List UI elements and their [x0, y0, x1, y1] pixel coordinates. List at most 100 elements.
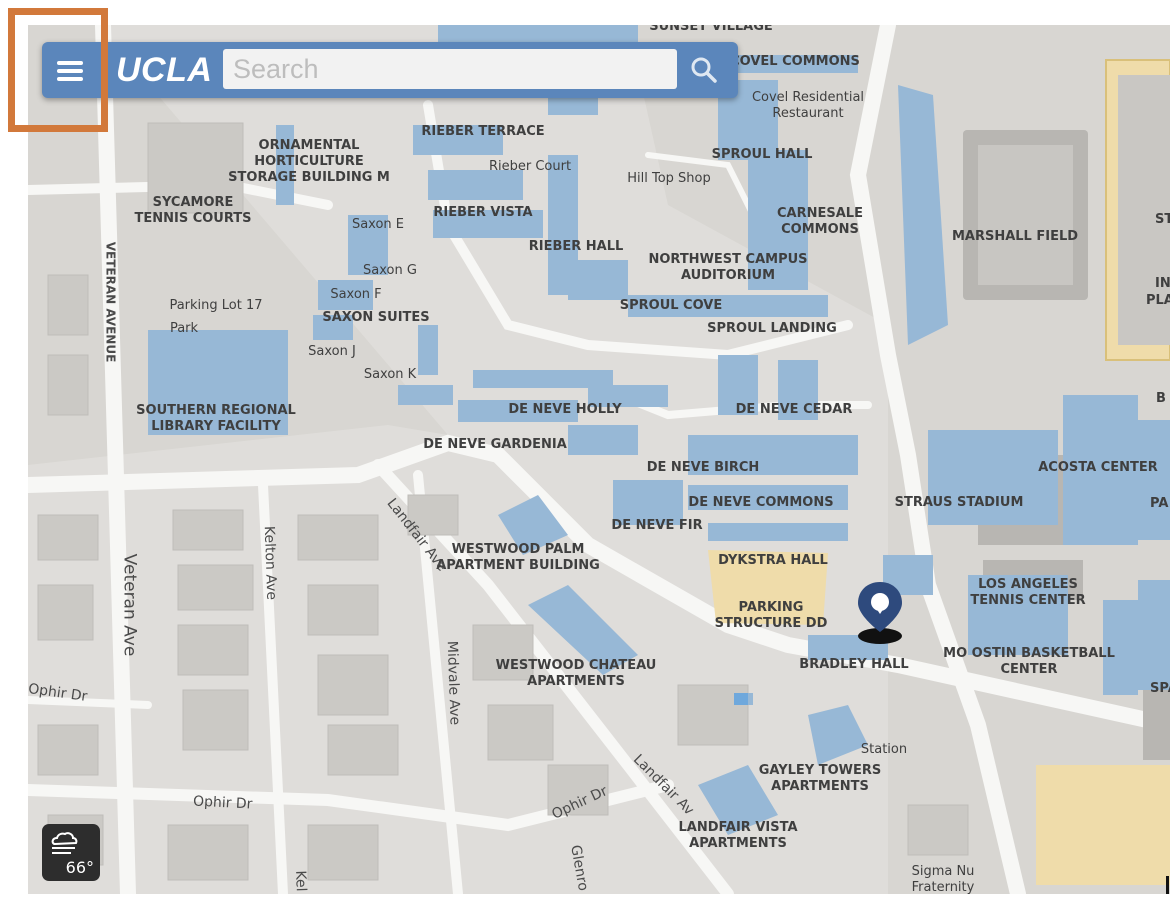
building-label-dykstra-hall[interactable]: DYKSTRA HALL	[718, 553, 828, 569]
building-label-rieber-hall[interactable]: RIEBER HALL	[529, 239, 624, 255]
edge-label-b: B	[1156, 391, 1166, 406]
building-label-covel-commons[interactable]: COVEL COMMONS	[730, 54, 860, 70]
building-label-line: LIBRARY FACILITY	[151, 419, 281, 434]
weather-widget[interactable]: 66°	[42, 824, 100, 881]
building-label-straus-stadium[interactable]: STRAUS STADIUM	[895, 495, 1024, 511]
building-label-sunset-village[interactable]: SUNSET VILLAGE	[649, 25, 773, 35]
building-label-srlf[interactable]: SOUTHERN REGIONAL LIBRARY FACILITY	[136, 403, 296, 435]
building-label-de-neve-commons[interactable]: DE NEVE COMMONS	[688, 495, 833, 511]
building-label-westwood-chateau[interactable]: WESTWOOD CHATEAU APARTMENTS	[496, 658, 657, 690]
building-label-hill-top-shop[interactable]: Hill Top Shop	[627, 171, 711, 187]
street-midvale-ave: Midvale Ave	[443, 640, 463, 726]
building-label-line: DE NEVE GARDENIA	[423, 437, 567, 452]
building-label-nw-auditorium[interactable]: NORTHWEST CAMPUS AUDITORIUM	[648, 252, 807, 284]
search-input[interactable]	[223, 49, 677, 89]
building-label-sproul-landing[interactable]: SPROUL LANDING	[707, 321, 837, 337]
building-label-line: RIEBER VISTA	[433, 205, 533, 220]
edge-label-pa: PA	[1150, 496, 1169, 511]
building-label-line: TENNIS CENTER	[970, 593, 1086, 608]
campus-map[interactable]: SUNSET VILLAGE COVEL COMMONS Covel Residen…	[28, 25, 1170, 894]
building-label-de-neve-cedar[interactable]: DE NEVE CEDAR	[736, 402, 853, 418]
building-label-line: DYKSTRA HALL	[718, 553, 828, 568]
building-label-line: AUDITORIUM	[680, 268, 776, 283]
building-label-de-neve-holly[interactable]: DE NEVE HOLLY	[508, 402, 621, 418]
building-label-carnesale[interactable]: CARNESALE COMMONS	[777, 206, 863, 238]
building-label-parking-lot-17[interactable]: Parking Lot 17	[169, 298, 262, 314]
building-label-line: Saxon J	[308, 344, 356, 359]
building-label-marshall-field[interactable]: MARSHALL FIELD	[952, 229, 1078, 245]
building-label-covel-restaurant[interactable]: Covel Residential Restaurant	[752, 90, 864, 122]
building-label-line: NORTHWEST CAMPUS	[648, 252, 808, 267]
building-label-bradley-hall[interactable]: BRADLEY HALL	[799, 657, 908, 673]
building-label-saxon-f[interactable]: Saxon F	[330, 287, 381, 303]
building-label-line: DE NEVE CEDAR	[735, 402, 853, 417]
building-label-line: Sigma Nu	[911, 864, 975, 879]
location-pin-icon[interactable]	[856, 580, 904, 648]
map-base	[28, 25, 1170, 894]
building-label-line: APARTMENT BUILDING	[436, 558, 600, 573]
building-label-park[interactable]: Park	[170, 321, 198, 337]
building-label-de-neve-fir[interactable]: DE NEVE FIR	[611, 518, 702, 534]
building-label-de-neve-gardenia[interactable]: DE NEVE GARDENIA	[423, 437, 567, 453]
street-ophir-dr-mid: Ophir Dr	[192, 793, 253, 813]
ucla-logo: UCLA	[116, 51, 213, 89]
weather-cloud-icon	[51, 832, 78, 854]
building-label-saxon-j[interactable]: Saxon J	[308, 344, 356, 360]
building-label-line: Saxon G	[363, 263, 417, 278]
building-label-saxon-suites[interactable]: SAXON SUITES	[322, 310, 429, 326]
building-label-line: Rieber Court	[488, 159, 572, 174]
building-label-line: SPROUL LANDING	[707, 321, 837, 336]
building-label-sproul-hall[interactable]: SPROUL HALL	[712, 147, 813, 163]
building-label-saxon-e[interactable]: Saxon E	[352, 217, 404, 233]
building-label-saxon-k[interactable]: Saxon K	[364, 367, 416, 383]
building-label-saxon-g[interactable]: Saxon G	[363, 263, 417, 279]
building-label-line: STRAUS STADIUM	[894, 495, 1024, 510]
building-label-line: APARTMENTS	[771, 779, 869, 794]
building-label-acosta-center[interactable]: ACOSTA CENTER	[1038, 460, 1158, 476]
building-label-de-neve-birch[interactable]: DE NEVE BIRCH	[647, 460, 760, 476]
building-label-line: Covel Residential	[751, 90, 865, 105]
building-label-line: Station	[860, 742, 908, 757]
building-label-parking-dd[interactable]: PARKING STRUCTURE DD	[715, 600, 828, 632]
building-label-rieber-vista[interactable]: RIEBER VISTA	[433, 205, 532, 221]
building-label-sycamore[interactable]: SYCAMORE TENNIS COURTS	[134, 195, 251, 227]
building-label-rieber-terrace[interactable]: RIEBER TERRACE	[421, 124, 544, 140]
building-label-line: LANDFAIR VISTA	[678, 820, 798, 835]
menu-button[interactable]	[46, 48, 94, 94]
building-label-line: COVEL COMMONS	[730, 54, 860, 69]
search-icon	[691, 57, 717, 83]
edge-label-in: IN	[1155, 276, 1170, 291]
building-label-line: WESTWOOD PALM	[451, 542, 585, 557]
building-label-sigma-nu[interactable]: Sigma Nu Fraternity	[912, 864, 975, 894]
edge-label-pla: PLA	[1146, 293, 1170, 308]
building-label-line: RIEBER HALL	[528, 239, 624, 254]
building-label-line: MARSHALL FIELD	[951, 229, 1079, 244]
top-bar: UCLA	[42, 42, 738, 98]
building-label-line: CARNESALE	[777, 206, 863, 221]
building-label-rieber-court[interactable]: Rieber Court	[489, 159, 571, 175]
edge-mark	[1166, 876, 1169, 894]
building-label-station[interactable]: Station	[861, 742, 907, 758]
building-label-line: DE NEVE FIR	[611, 518, 703, 533]
building-label-line: SPROUL COVE	[619, 298, 723, 313]
building-label-line: Hill Top Shop	[627, 171, 711, 186]
street-veteran-avenue: VETERAN AVENUE	[103, 241, 118, 363]
building-label-line: PARKING	[738, 600, 804, 615]
street-veteran-ave: Veteran Ave	[119, 553, 140, 657]
building-label-landfair-vista[interactable]: LANDFAIR VISTA APARTMENTS	[678, 820, 797, 852]
edge-label-spa: SPA	[1150, 681, 1170, 696]
building-label-ornamental[interactable]: ORNAMENTAL HORTICULTURE STORAGE BUILDING M	[228, 138, 390, 186]
building-label-line: SAXON SUITES	[322, 310, 430, 325]
building-label-line: STORAGE BUILDING M	[228, 170, 390, 185]
building-label-line: LOS ANGELES	[978, 577, 1078, 592]
building-label-sproul-cove[interactable]: SPROUL COVE	[620, 298, 723, 314]
building-label-gayley-towers[interactable]: GAYLEY TOWERS APARTMENTS	[759, 763, 882, 795]
search-button[interactable]	[686, 52, 722, 88]
building-label-westwood-palm[interactable]: WESTWOOD PALM APARTMENT BUILDING	[436, 542, 600, 574]
street-kelton-ave: Kelton Ave	[260, 525, 280, 601]
building-label-la-tennis[interactable]: LOS ANGELES TENNIS CENTER	[970, 577, 1085, 609]
building-label-mo-ostin[interactable]: MO OSTIN BASKETBALL CENTER	[943, 646, 1115, 678]
building-label-line: Saxon K	[363, 367, 417, 382]
building-label-line: WESTWOOD CHATEAU	[495, 658, 657, 673]
building-label-line: APARTMENTS	[527, 674, 625, 689]
